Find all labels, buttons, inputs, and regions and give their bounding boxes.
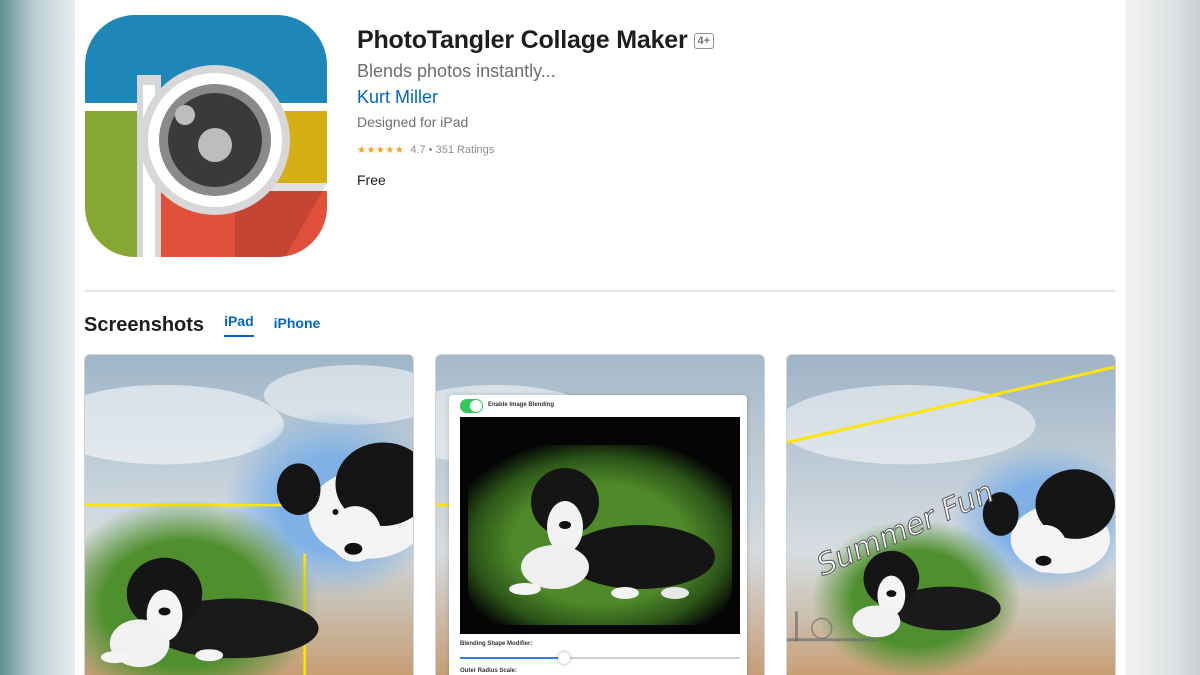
app-store-page: PhotoTangler Collage Maker 4+ Blends pho… [75, 0, 1125, 675]
slider-thumb[interactable] [557, 652, 570, 664]
enable-blending-label: Enable Image Blending [488, 402, 555, 408]
tab-ipad[interactable]: iPad [224, 313, 254, 337]
rating-row: ★★★★★ 4.7 • 351 Ratings [357, 144, 714, 156]
outer-radius-label: Outer Radius Scale: [460, 668, 518, 674]
title-row: PhotoTangler Collage Maker 4+ [357, 26, 715, 55]
app-subtitle: Blends photos instantly... [357, 61, 556, 81]
blending-shape-label: Blending Shape Modifier: [460, 641, 533, 647]
screenshot-1[interactable] [84, 354, 414, 675]
screenshot-3[interactable]: Summer Fun [786, 354, 1116, 675]
tab-iphone[interactable]: iPhone [274, 315, 321, 337]
screenshot-2[interactable]: Enable Image Blending Blending Shape Mod… [435, 354, 765, 675]
screenshots-title: Screenshots [84, 314, 205, 336]
designed-for-label: Designed for iPad [357, 114, 469, 130]
age-rating-badge: 4+ [693, 32, 715, 49]
enable-blending-toggle[interactable] [460, 399, 483, 413]
screenshots-header: Screenshots iPad iPhone [84, 313, 320, 337]
rating-text: 4.7 • 351 Ratings [410, 144, 495, 156]
developer-link[interactable]: Kurt Miller [357, 87, 438, 108]
star-rating-icon: ★★★★★ [357, 144, 405, 156]
app-info: PhotoTangler Collage Maker 4+ Blends pho… [357, 26, 715, 188]
app-title: PhotoTangler Collage Maker [357, 26, 688, 54]
background-blur-right [1125, 0, 1200, 675]
slider-fill [460, 657, 564, 659]
phototangler-app-icon [85, 15, 327, 257]
price-label: Free [357, 172, 386, 188]
section-divider [85, 290, 1115, 292]
background-blur-left [0, 0, 75, 675]
blending-shape-slider[interactable] [460, 652, 740, 664]
blend-preview [460, 417, 740, 634]
blending-panel: Enable Image Blending Blending Shape Mod… [449, 395, 747, 675]
